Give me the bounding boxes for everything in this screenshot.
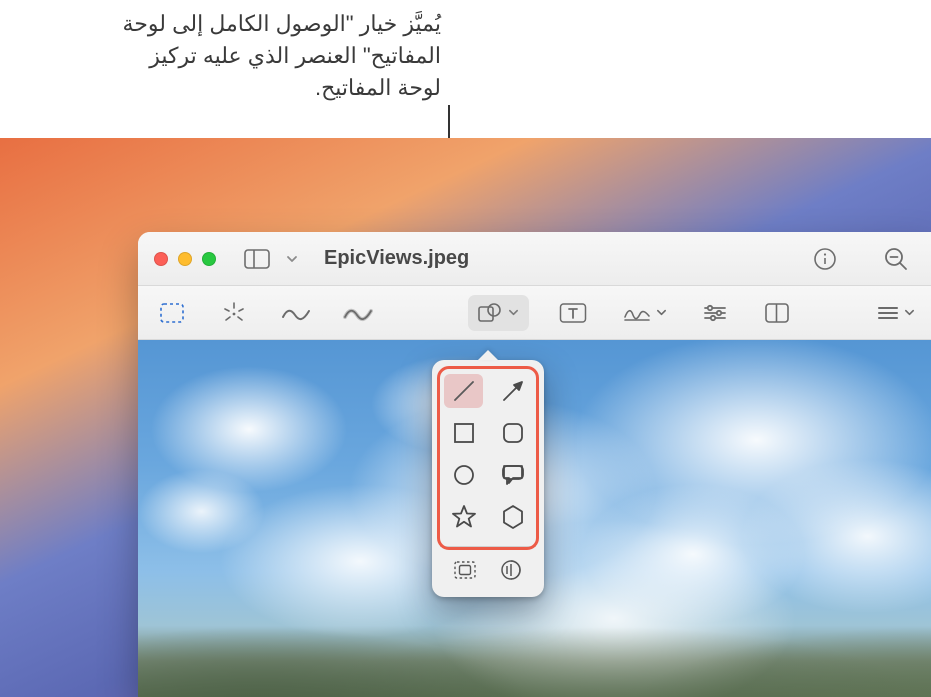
sketch-tool-button[interactable] bbox=[340, 295, 376, 331]
more-tools-button[interactable] bbox=[877, 295, 915, 331]
sidebar-toggle-chevron-icon[interactable] bbox=[280, 243, 304, 275]
markup-toolbar bbox=[138, 286, 931, 340]
crop-tool-button[interactable] bbox=[759, 295, 795, 331]
shape-square[interactable] bbox=[444, 416, 483, 450]
shape-rounded-square[interactable] bbox=[493, 416, 532, 450]
window-title: EpicViews.jpeg bbox=[324, 247, 807, 270]
titlebar: EpicViews.jpeg bbox=[138, 232, 931, 286]
draw-tool-button[interactable] bbox=[278, 295, 314, 331]
instant-alpha-button[interactable] bbox=[216, 295, 252, 331]
selection-tool-button[interactable] bbox=[154, 295, 190, 331]
shape-line[interactable] bbox=[444, 374, 483, 408]
photo-hills bbox=[138, 627, 931, 697]
text-tool-button[interactable] bbox=[555, 295, 591, 331]
zoom-out-button[interactable] bbox=[877, 243, 915, 275]
shape-speech-bubble[interactable] bbox=[493, 458, 532, 492]
shapes-grid bbox=[442, 370, 534, 542]
shape-hexagon[interactable] bbox=[493, 500, 532, 534]
window-controls bbox=[154, 252, 216, 266]
shape-loupe[interactable] bbox=[491, 555, 531, 585]
shapes-tool-button[interactable] bbox=[468, 295, 529, 331]
adjust-color-button[interactable] bbox=[697, 295, 733, 331]
shapes-popover bbox=[432, 360, 544, 597]
sign-tool-button[interactable] bbox=[617, 295, 671, 331]
minimize-window-button[interactable] bbox=[178, 252, 192, 266]
popover-divider bbox=[440, 546, 536, 547]
shape-circle[interactable] bbox=[444, 458, 483, 492]
shape-arrow[interactable] bbox=[493, 374, 532, 408]
shape-mask[interactable] bbox=[445, 555, 485, 585]
info-button[interactable] bbox=[807, 243, 843, 275]
zoom-window-button[interactable] bbox=[202, 252, 216, 266]
sidebar-toggle-button[interactable] bbox=[238, 243, 276, 275]
close-window-button[interactable] bbox=[154, 252, 168, 266]
caption-text: يُميَّز خيار "الوصول الكامل إلى لوحة الم… bbox=[0, 8, 931, 104]
shape-star[interactable] bbox=[444, 500, 483, 534]
